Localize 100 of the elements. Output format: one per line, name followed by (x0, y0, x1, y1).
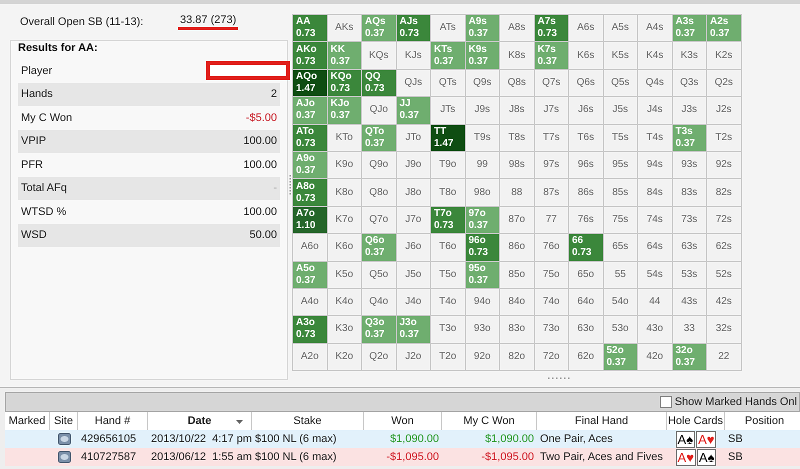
hand-cell[interactable]: 64o (569, 288, 602, 316)
hand-cell[interactable]: 77 (534, 206, 568, 234)
hand-cell[interactable]: 86s (569, 179, 602, 206)
hand-cell[interactable]: K4s (638, 42, 672, 69)
hand-row[interactable]: 410727587 2013/06/12 1:55 am $100 NL (6 max) -$1,095.00 -$1,095.00 Two Pair, Aces and Fives A♥ A♠ SB (5, 448, 800, 466)
hand-cell[interactable]: 54o (604, 288, 637, 316)
hand-cell[interactable]: J2s (707, 97, 740, 124)
hand-cell[interactable]: A5o 0.37 (293, 262, 326, 288)
hand-cell[interactable]: J8o (396, 179, 430, 206)
hand-cell[interactable]: J2o (396, 344, 430, 370)
hand-cell[interactable]: JJ 0.37 (396, 97, 430, 124)
hand-row[interactable]: 429656105 2013/10/22 4:17 pm $100 NL (6 max) $1,090.00 $1,090.00 One Pair, Aces A♠ A♥ SB (5, 430, 800, 448)
hand-cell[interactable]: T2o (431, 344, 464, 370)
hand-cell[interactable]: A8s (500, 15, 534, 42)
hand-cell[interactable]: QJo (362, 97, 396, 124)
hand-cell[interactable]: 98s (500, 152, 534, 178)
hand-cell[interactable]: JTo (396, 124, 430, 151)
hand-cell[interactable]: 83o (500, 316, 534, 343)
hand-cell[interactable]: A7s 0.73 (534, 15, 568, 42)
hand-cell[interactable]: KQs (362, 42, 396, 69)
hand-cell[interactable]: 64s (638, 234, 672, 261)
hand-cell[interactable]: Q9s (466, 70, 499, 96)
hand-cell[interactable]: K3o (328, 316, 361, 343)
hand-cell[interactable]: 42s (707, 288, 740, 316)
hand-cell[interactable]: Q7s (534, 70, 568, 96)
hand-cell[interactable]: 55 (604, 262, 637, 288)
splitter-grip-icon[interactable] (547, 377, 571, 380)
hand-cell[interactable]: A2o (293, 344, 326, 370)
hand-cell[interactable]: A8o 0.73 (293, 179, 326, 206)
hand-cell[interactable]: T7o 0.73 (431, 206, 464, 234)
hand-cell[interactable]: K2o (328, 344, 361, 370)
hand-cell[interactable]: Q4s (638, 70, 672, 96)
hand-cell[interactable]: K8s (500, 42, 534, 69)
hand-cell[interactable]: 95o 0.37 (466, 262, 499, 288)
hand-cell[interactable]: JTs (431, 97, 464, 124)
hand-cell[interactable]: Q2o (362, 344, 396, 370)
hand-cell[interactable]: 75o (534, 262, 568, 288)
hand-cell[interactable]: 94s (638, 152, 672, 178)
hand-cell[interactable]: Q8s (500, 70, 534, 96)
hand-cell[interactable]: Q5o (362, 262, 396, 288)
hand-cell[interactable]: 85o (500, 262, 534, 288)
hand-cell[interactable]: 85s (604, 179, 637, 206)
hand-cell[interactable]: 93s (672, 152, 706, 178)
hand-cell[interactable]: 63s (672, 234, 706, 261)
hand-cell[interactable]: 76s (569, 206, 602, 234)
hand-cell[interactable]: A4o (293, 288, 326, 316)
hand-cell[interactable]: 62s (707, 234, 740, 261)
hand-cell[interactable]: TT 1.47 (431, 124, 464, 151)
hand-cell[interactable]: A6o (293, 234, 326, 261)
hand-cell[interactable]: 65s (604, 234, 637, 261)
hand-cell[interactable]: T7s (534, 124, 568, 151)
hand-cell[interactable]: K9s 0.37 (466, 42, 499, 69)
hand-cell[interactable]: AQs 0.37 (362, 15, 396, 42)
hand-cell[interactable]: 86o (500, 234, 534, 261)
hand-cell[interactable]: 95s (604, 152, 637, 178)
hand-cell[interactable]: J9o (396, 152, 430, 178)
hand-cell[interactable]: 87o (500, 206, 534, 234)
hand-cell[interactable]: K8o (328, 179, 361, 206)
hand-cell[interactable]: K7s 0.37 (534, 42, 568, 69)
hand-cell[interactable]: T6o (431, 234, 464, 261)
hand-cell[interactable]: T5o (431, 262, 464, 288)
hand-cell[interactable]: AKs (328, 15, 361, 42)
hand-cell[interactable]: K5o (328, 262, 361, 288)
hand-cell[interactable]: A3o 0.73 (293, 316, 326, 343)
hand-cell[interactable]: 53o (604, 316, 637, 343)
hand-cell[interactable]: 73o (534, 316, 568, 343)
hand-cell[interactable]: 32o 0.37 (672, 344, 706, 370)
hand-cell[interactable]: ATo 0.73 (293, 124, 326, 151)
hand-cell[interactable]: A4s (638, 15, 672, 42)
hand-cell[interactable]: J3o 0.37 (396, 316, 430, 343)
hand-cell[interactable]: Q7o (362, 206, 396, 234)
hand-cell[interactable]: 84o (500, 288, 534, 316)
hand-cell[interactable]: A5s (604, 15, 637, 42)
hand-cell[interactable]: Q4o (362, 288, 396, 316)
hand-cell[interactable]: KJs (396, 42, 430, 69)
hand-cell[interactable]: 52o 0.37 (604, 344, 637, 370)
hand-cell[interactable]: 93o (466, 316, 499, 343)
splitter-grip-icon[interactable] (289, 174, 292, 196)
hand-cell[interactable]: 22 (707, 344, 740, 370)
hand-cell[interactable]: T4o (431, 288, 464, 316)
hand-cell[interactable]: KJo 0.37 (328, 97, 361, 124)
hand-cell[interactable]: 53s (672, 262, 706, 288)
hand-cell[interactable]: Q6o 0.37 (362, 234, 396, 261)
hand-cell[interactable]: Q9o (362, 152, 396, 178)
hand-cell[interactable]: J7o (396, 206, 430, 234)
hand-cell[interactable]: 92o (466, 344, 499, 370)
hand-cell[interactable]: 54s (638, 262, 672, 288)
hand-cell[interactable]: A3s 0.37 (672, 15, 706, 42)
hand-cell[interactable]: KTs 0.37 (431, 42, 464, 69)
hand-cell[interactable]: KQo 0.73 (328, 70, 361, 96)
hand-cell[interactable]: T3o (431, 316, 464, 343)
hand-cell[interactable]: J8s (500, 97, 534, 124)
hand-cell[interactable]: QTs (431, 70, 464, 96)
hand-cell[interactable]: 97s (534, 152, 568, 178)
hand-cell[interactable]: J3s (672, 97, 706, 124)
hand-cell[interactable]: 63o (569, 316, 602, 343)
hand-cell[interactable]: T4s (638, 124, 672, 151)
hand-cell[interactable]: AJs 0.73 (396, 15, 430, 42)
hand-cell[interactable]: A9s 0.37 (466, 15, 499, 42)
hand-cell[interactable]: 33 (672, 316, 706, 343)
